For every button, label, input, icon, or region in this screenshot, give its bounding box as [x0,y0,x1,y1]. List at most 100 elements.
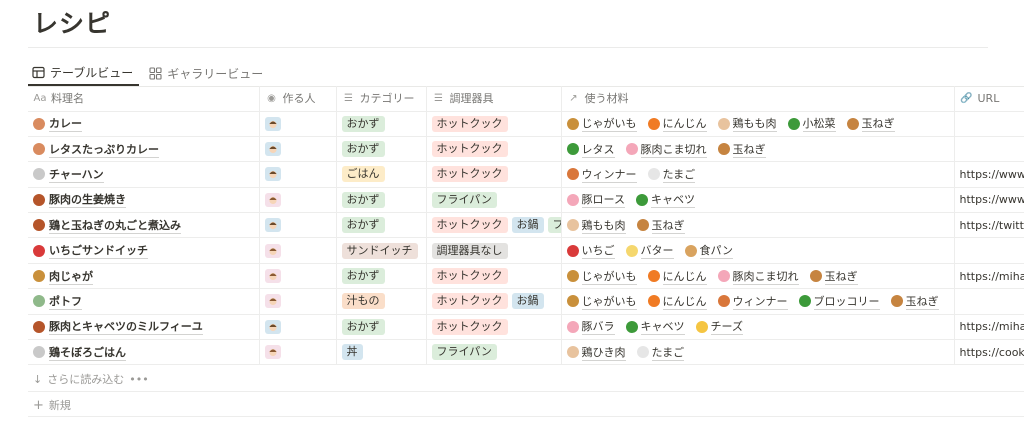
cell-person[interactable] [259,212,337,239]
material-link[interactable]: いちご [566,242,615,260]
cell-person[interactable] [259,314,337,341]
table-row[interactable]: 鶏と玉ねぎの丸ごと煮込み おかず ホットクックお鍋フ 鶏もも肉 玉ねぎ https://t… [28,212,1024,239]
material-link[interactable]: 玉ねぎ [846,115,895,133]
material-link[interactable]: ウィンナー [717,293,788,310]
column-header-materials[interactable]: ↗ 使う材料 [561,86,955,112]
cell-recipe-name[interactable]: レタスたっぷりカレー [28,136,260,163]
material-link[interactable]: じゃがいも [566,293,637,310]
recipe-name[interactable]: 鶏と玉ねぎの丸ごと煮込み [49,217,181,234]
material-link[interactable]: 豚ロース [566,191,625,209]
material-link[interactable]: 玉ねぎ [890,293,939,310]
material-link[interactable]: チーズ [695,318,743,336]
cell-category[interactable]: ごはん [336,161,427,188]
cell-recipe-name[interactable]: カレー [28,111,260,137]
url-link[interactable]: https://www.k [960,193,1024,206]
url-link[interactable]: https://twitte [960,219,1024,232]
material-link[interactable]: たまご [636,344,685,361]
table-row[interactable]: ポトフ 汁もの ホットクック お鍋 じゃがいも にんじん ウィンナー ブロッコリー 玉ねぎ [28,288,1024,315]
material-link[interactable]: 鶏もも肉 [566,217,626,234]
material-link[interactable]: じゃがいも [566,115,637,133]
material-link[interactable]: 玉ねぎ [717,141,766,158]
cell-materials[interactable]: ウィンナー たまご [561,161,955,188]
cell-materials[interactable]: 豚バラ キャベツ チーズ [561,314,955,341]
cell-recipe-name[interactable]: 豚肉の生姜焼き [28,187,260,214]
material-link[interactable]: 豚肉こま切れ [717,268,799,285]
column-header-tools[interactable]: ☰ 調理器具 [426,86,562,112]
url-link[interactable]: https://www.y [960,168,1024,181]
cell-tools[interactable]: フライパン [426,339,562,366]
table-row[interactable]: チャーハン ごはん ホットクック ウィンナー たまご https://www.y [28,161,1024,188]
cell-tools[interactable]: ホットクック [426,161,562,188]
cell-url[interactable] [954,288,1024,315]
column-header-url[interactable]: 🔗 URL [954,86,1024,112]
cell-recipe-name[interactable]: 豚肉とキャベツのミルフィーユ [28,314,260,341]
material-link[interactable]: キャベツ [625,318,685,336]
tab-gallery-view[interactable]: ギャラリービュー [145,60,269,86]
cell-tools[interactable]: ホットクック [426,314,562,341]
cell-url[interactable]: https://www.k [954,187,1024,214]
cell-recipe-name[interactable]: いちごサンドイッチ [28,237,260,264]
table-row[interactable]: 鶏そぼろごはん 丼 フライパン 鶏ひき肉 たまご https://cookp [28,339,1024,366]
cell-url[interactable]: https://www.y [954,161,1024,188]
cell-person[interactable] [259,339,337,366]
cell-tools[interactable]: ホットクック [426,136,562,163]
material-link[interactable]: ブロッコリー [798,293,880,310]
table-row[interactable]: 肉じゃが おかず ホットクック じゃがいも にんじん 豚肉こま切れ 玉ねぎ https://m… [28,263,1024,290]
cell-category[interactable]: 汁もの [336,288,427,315]
cell-category[interactable]: おかず [336,187,427,214]
recipe-name[interactable]: カレー [49,115,82,133]
material-link[interactable]: たまご [647,166,696,183]
cell-url[interactable]: https://cookp [954,339,1024,366]
material-link[interactable]: バター [625,242,674,260]
recipe-name[interactable]: チャーハン [49,166,104,183]
material-link[interactable]: 鶏ひき肉 [566,344,626,361]
material-link[interactable]: じゃがいも [566,268,637,285]
recipe-name[interactable]: 豚肉とキャベツのミルフィーユ [49,318,203,336]
material-link[interactable]: にんじん [647,268,707,285]
material-link[interactable]: レタス [566,141,615,158]
recipe-name[interactable]: 鶏そぼろごはん [49,344,126,361]
url-link[interactable]: https://mihar [960,320,1024,333]
cell-category[interactable]: 丼 [336,339,427,366]
cell-recipe-name[interactable]: 鶏と玉ねぎの丸ごと煮込み [28,212,260,239]
cell-tools[interactable]: ホットクック お鍋 [426,288,562,315]
material-link[interactable]: 玉ねぎ [809,268,858,285]
material-link[interactable]: 豚肉こま切れ [625,141,707,158]
material-link[interactable]: キャベツ [635,191,695,209]
material-link[interactable]: 豚バラ [566,318,615,336]
cell-url[interactable] [954,136,1024,163]
table-row[interactable]: カレー おかず ホットクック じゃがいも にんじん 鶏もも肉 小松菜 玉ねぎ [28,111,1024,137]
material-link[interactable]: にんじん [647,293,707,310]
url-link[interactable]: https://mihar [960,270,1024,283]
cell-category[interactable]: サンドイッチ [336,237,427,264]
recipe-name[interactable]: 肉じゃが [49,268,93,285]
cell-url[interactable]: https://mihar [954,314,1024,341]
cell-recipe-name[interactable]: ポトフ [28,288,260,315]
cell-person[interactable] [259,136,337,163]
cell-tools[interactable]: ホットクックお鍋フ [426,212,562,239]
cell-materials[interactable]: レタス 豚肉こま切れ 玉ねぎ [561,136,955,163]
cell-person[interactable] [259,263,337,290]
material-link[interactable]: ウィンナー [566,166,637,183]
material-link[interactable]: 食パン [684,242,734,260]
cell-recipe-name[interactable]: 肉じゃが [28,263,260,290]
cell-tools[interactable]: 調理器具なし [426,237,562,264]
url-link[interactable]: https://cookp [960,346,1024,359]
cell-category[interactable]: おかず [336,212,427,239]
cell-category[interactable]: おかず [336,314,427,341]
material-link[interactable]: にんじん [647,115,707,133]
material-link[interactable]: 鶏もも肉 [717,115,777,133]
cell-url[interactable] [954,237,1024,264]
material-link[interactable]: 玉ねぎ [636,217,685,234]
cell-materials[interactable]: 鶏ひき肉 たまご [561,339,955,366]
cell-person[interactable] [259,111,337,137]
cell-url[interactable]: https://mihar [954,263,1024,290]
column-header-name[interactable]: Aa 料理名 [28,86,260,112]
table-row[interactable]: 豚肉の生姜焼き おかず フライパン 豚ロース キャベツ https://www.k [28,187,1024,214]
cell-person[interactable] [259,237,337,264]
cell-materials[interactable]: じゃがいも にんじん 鶏もも肉 小松菜 玉ねぎ [561,111,955,137]
cell-tools[interactable]: フライパン [426,187,562,214]
cell-category[interactable]: おかず [336,111,427,137]
more-dots-icon[interactable]: ••• [129,373,148,386]
tab-table-view[interactable]: テーブルビュー [28,60,140,86]
